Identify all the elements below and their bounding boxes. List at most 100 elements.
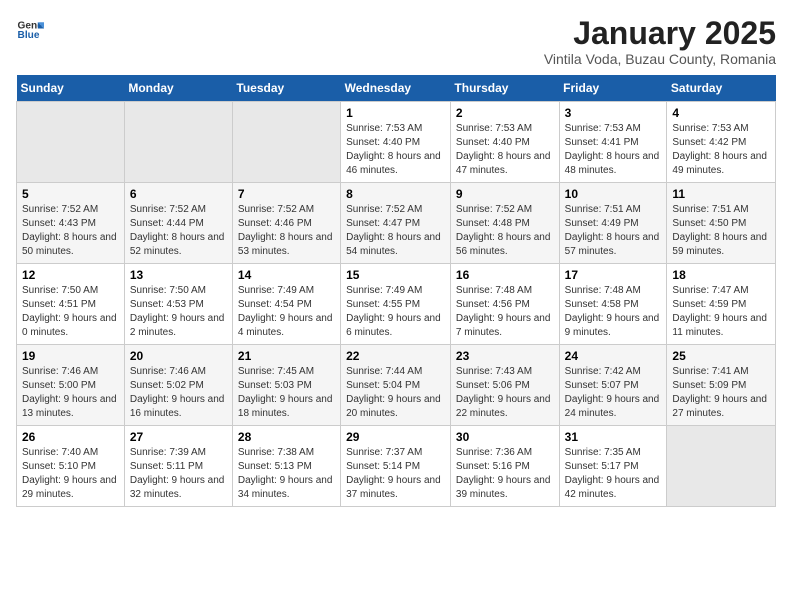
day-number: 7 <box>238 187 335 201</box>
day-info: Sunrise: 7:53 AM Sunset: 4:40 PM Dayligh… <box>346 122 445 178</box>
day-info: Sunrise: 7:42 AM Sunset: 5:07 PM Dayligh… <box>565 365 662 421</box>
calendar-subtitle: Vintila Voda, Buzau County, Romania <box>544 51 776 67</box>
calendar-cell: 15 Sunrise: 7:49 AM Sunset: 4:55 PM Dayli… <box>341 264 451 345</box>
calendar-table: SundayMondayTuesdayWednesdayThursdayFrid… <box>16 75 776 507</box>
day-number: 5 <box>22 187 119 201</box>
day-info: Sunrise: 7:37 AM Sunset: 5:14 PM Dayligh… <box>346 446 445 502</box>
day-info: Sunrise: 7:52 AM Sunset: 4:43 PM Dayligh… <box>22 203 119 259</box>
svg-text:Blue: Blue <box>18 30 40 41</box>
calendar-cell: 12Sunrise: 7:50 AM Sunset: 4:51 PM Dayli… <box>17 264 125 345</box>
calendar-week-row: 1Sunrise: 7:53 AM Sunset: 4:40 PM Daylig… <box>17 102 776 183</box>
day-info: Sunrise: 7:50 AM Sunset: 4:53 PM Dayligh… <box>130 284 227 340</box>
day-info: Sunrise: 7:51 AM Sunset: 4:50 PM Dayligh… <box>672 203 770 259</box>
calendar-cell: 23 Sunrise: 7:43 AM Sunset: 5:06 PM Dayli… <box>450 345 559 426</box>
calendar-cell: 4Sunrise: 7:53 AM Sunset: 4:42 PM Daylig… <box>667 102 776 183</box>
day-number: 12 <box>22 268 119 282</box>
calendar-week-row: 5 Sunrise: 7:52 AM Sunset: 4:43 PM Daylig… <box>17 183 776 264</box>
calendar-cell: 13 Sunrise: 7:50 AM Sunset: 4:53 PM Dayli… <box>124 264 232 345</box>
day-number: 16 <box>456 268 554 282</box>
day-number: 10 <box>565 187 662 201</box>
logo-icon: General Blue <box>16 16 44 44</box>
day-info: Sunrise: 7:47 AM Sunset: 4:59 PM Dayligh… <box>672 284 770 340</box>
day-info: Sunrise: 7:46 AM Sunset: 5:00 PM Dayligh… <box>22 365 119 421</box>
calendar-cell: 18 Sunrise: 7:47 AM Sunset: 4:59 PM Dayli… <box>667 264 776 345</box>
day-number: 23 <box>456 349 554 363</box>
calendar-cell <box>17 102 125 183</box>
calendar-cell: 28Sunrise: 7:38 AM Sunset: 5:13 PM Dayli… <box>232 426 340 507</box>
day-number: 14 <box>238 268 335 282</box>
calendar-cell: 3 Sunrise: 7:53 AM Sunset: 4:41 PM Daylig… <box>559 102 667 183</box>
day-number: 6 <box>130 187 227 201</box>
day-info: Sunrise: 7:53 AM Sunset: 4:40 PM Dayligh… <box>456 122 554 178</box>
calendar-cell <box>232 102 340 183</box>
calendar-week-row: 26 Sunrise: 7:40 AM Sunset: 5:10 PM Dayli… <box>17 426 776 507</box>
weekday-header: Friday <box>559 75 667 102</box>
calendar-cell: 2 Sunrise: 7:53 AM Sunset: 4:40 PM Daylig… <box>450 102 559 183</box>
calendar-cell: 31Sunrise: 7:35 AM Sunset: 5:17 PM Dayli… <box>559 426 667 507</box>
day-info: Sunrise: 7:48 AM Sunset: 4:56 PM Dayligh… <box>456 284 554 340</box>
day-number: 19 <box>22 349 119 363</box>
day-number: 3 <box>565 106 662 120</box>
calendar-cell: 22Sunrise: 7:44 AM Sunset: 5:04 PM Dayli… <box>341 345 451 426</box>
calendar-cell: 21Sunrise: 7:45 AM Sunset: 5:03 PM Dayli… <box>232 345 340 426</box>
day-number: 8 <box>346 187 445 201</box>
weekday-header: Saturday <box>667 75 776 102</box>
calendar-cell: 1Sunrise: 7:53 AM Sunset: 4:40 PM Daylig… <box>341 102 451 183</box>
calendar-cell: 7 Sunrise: 7:52 AM Sunset: 4:46 PM Daylig… <box>232 183 340 264</box>
calendar-cell: 6Sunrise: 7:52 AM Sunset: 4:44 PM Daylig… <box>124 183 232 264</box>
day-number: 11 <box>672 187 770 201</box>
day-number: 2 <box>456 106 554 120</box>
calendar-cell: 17Sunrise: 7:48 AM Sunset: 4:58 PM Dayli… <box>559 264 667 345</box>
day-info: Sunrise: 7:53 AM Sunset: 4:42 PM Dayligh… <box>672 122 770 178</box>
day-info: Sunrise: 7:46 AM Sunset: 5:02 PM Dayligh… <box>130 365 227 421</box>
weekday-header: Monday <box>124 75 232 102</box>
day-number: 21 <box>238 349 335 363</box>
calendar-cell: 5 Sunrise: 7:52 AM Sunset: 4:43 PM Daylig… <box>17 183 125 264</box>
day-number: 9 <box>456 187 554 201</box>
day-info: Sunrise: 7:40 AM Sunset: 5:10 PM Dayligh… <box>22 446 119 502</box>
day-info: Sunrise: 7:38 AM Sunset: 5:13 PM Dayligh… <box>238 446 335 502</box>
weekday-header: Sunday <box>17 75 125 102</box>
calendar-cell: 26 Sunrise: 7:40 AM Sunset: 5:10 PM Dayli… <box>17 426 125 507</box>
day-number: 25 <box>672 349 770 363</box>
title-block: January 2025 Vintila Voda, Buzau County,… <box>544 16 776 67</box>
day-info: Sunrise: 7:52 AM Sunset: 4:47 PM Dayligh… <box>346 203 445 259</box>
calendar-cell: 27 Sunrise: 7:39 AM Sunset: 5:11 PM Dayli… <box>124 426 232 507</box>
calendar-title: January 2025 <box>544 16 776 51</box>
calendar-cell <box>667 426 776 507</box>
day-info: Sunrise: 7:39 AM Sunset: 5:11 PM Dayligh… <box>130 446 227 502</box>
day-info: Sunrise: 7:52 AM Sunset: 4:46 PM Dayligh… <box>238 203 335 259</box>
day-number: 27 <box>130 430 227 444</box>
day-info: Sunrise: 7:41 AM Sunset: 5:09 PM Dayligh… <box>672 365 770 421</box>
weekday-header: Wednesday <box>341 75 451 102</box>
day-info: Sunrise: 7:53 AM Sunset: 4:41 PM Dayligh… <box>565 122 662 178</box>
day-info: Sunrise: 7:35 AM Sunset: 5:17 PM Dayligh… <box>565 446 662 502</box>
day-info: Sunrise: 7:43 AM Sunset: 5:06 PM Dayligh… <box>456 365 554 421</box>
day-info: Sunrise: 7:49 AM Sunset: 4:55 PM Dayligh… <box>346 284 445 340</box>
calendar-cell: 11 Sunrise: 7:51 AM Sunset: 4:50 PM Dayli… <box>667 183 776 264</box>
day-info: Sunrise: 7:44 AM Sunset: 5:04 PM Dayligh… <box>346 365 445 421</box>
weekday-header-row: SundayMondayTuesdayWednesdayThursdayFrid… <box>17 75 776 102</box>
weekday-header: Thursday <box>450 75 559 102</box>
day-number: 13 <box>130 268 227 282</box>
calendar-cell: 9 Sunrise: 7:52 AM Sunset: 4:48 PM Daylig… <box>450 183 559 264</box>
calendar-week-row: 12Sunrise: 7:50 AM Sunset: 4:51 PM Dayli… <box>17 264 776 345</box>
day-number: 18 <box>672 268 770 282</box>
calendar-week-row: 19 Sunrise: 7:46 AM Sunset: 5:00 PM Dayli… <box>17 345 776 426</box>
page-header: General Blue January 2025 Vintila Voda, … <box>16 16 776 67</box>
day-number: 24 <box>565 349 662 363</box>
day-info: Sunrise: 7:49 AM Sunset: 4:54 PM Dayligh… <box>238 284 335 340</box>
day-number: 30 <box>456 430 554 444</box>
calendar-cell: 29Sunrise: 7:37 AM Sunset: 5:14 PM Dayli… <box>341 426 451 507</box>
day-info: Sunrise: 7:52 AM Sunset: 4:48 PM Dayligh… <box>456 203 554 259</box>
calendar-cell: 24 Sunrise: 7:42 AM Sunset: 5:07 PM Dayli… <box>559 345 667 426</box>
calendar-cell: 10Sunrise: 7:51 AM Sunset: 4:49 PM Dayli… <box>559 183 667 264</box>
calendar-cell: 19 Sunrise: 7:46 AM Sunset: 5:00 PM Dayli… <box>17 345 125 426</box>
day-number: 17 <box>565 268 662 282</box>
calendar-cell: 30Sunrise: 7:36 AM Sunset: 5:16 PM Dayli… <box>450 426 559 507</box>
calendar-cell: 20Sunrise: 7:46 AM Sunset: 5:02 PM Dayli… <box>124 345 232 426</box>
weekday-header: Tuesday <box>232 75 340 102</box>
day-number: 15 <box>346 268 445 282</box>
logo: General Blue <box>16 16 44 44</box>
day-number: 26 <box>22 430 119 444</box>
